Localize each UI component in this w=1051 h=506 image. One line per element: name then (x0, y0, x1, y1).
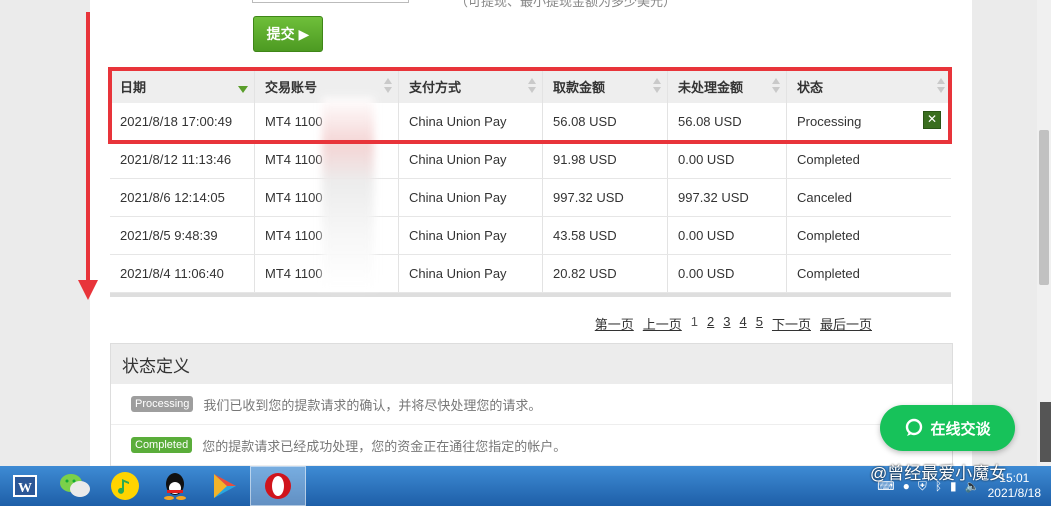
definition-text: 我们已收到您的提款请求的确认，并将尽快处理您的请求。 (203, 397, 542, 413)
cell-status: Canceled (797, 190, 852, 205)
cell-date: 2021/8/12 11:13:46 (110, 141, 255, 178)
annotation-arrow (86, 12, 90, 282)
page-scrollbar[interactable] (1037, 0, 1051, 466)
cell-method: China Union Pay (399, 255, 543, 292)
chat-bubble-icon (906, 418, 923, 436)
page-5-link[interactable]: 5 (756, 314, 763, 333)
word-icon[interactable]: W (0, 466, 50, 506)
clock-date: 2021/8/18 (987, 486, 1041, 500)
definition-text: 您的提款请求已经成功处理，您的资金正在通往您指定的帐户。 (202, 438, 567, 454)
cell-pending: 0.00 USD (668, 255, 787, 292)
redaction-blur (322, 97, 374, 287)
col-date[interactable]: 日期 (110, 69, 255, 103)
col-label: 取款金额 (553, 79, 606, 95)
amount-input[interactable] (252, 0, 409, 3)
watermark: @曾经最爱小魔女 (870, 464, 1007, 483)
scroll-thumb[interactable] (1039, 130, 1049, 285)
side-widget[interactable] (1040, 402, 1051, 462)
sort-desc-icon (238, 86, 248, 93)
pagination: 第一页 上一页 1 2 3 4 5 下一页 最后一页 (595, 314, 872, 333)
page-4-link[interactable]: 4 (740, 314, 747, 333)
page-2-link[interactable]: 2 (707, 314, 714, 333)
opera-icon[interactable] (250, 466, 306, 506)
col-label: 支付方式 (409, 79, 462, 95)
sort-icon (384, 78, 392, 94)
status-badge: Completed (131, 437, 193, 453)
cell-method: China Union Pay (399, 141, 543, 178)
table-row: 2021/8/6 12:14:05 MT4 1100 China Union P… (110, 179, 951, 217)
cancel-icon[interactable]: ✕ (923, 111, 941, 129)
cell-method: China Union Pay (399, 179, 543, 216)
qq-music-icon[interactable] (100, 466, 150, 506)
cell-method: China Union Pay (399, 103, 543, 140)
col-label: 交易账号 (265, 79, 318, 95)
arrow-head-icon (78, 280, 98, 300)
cell-amount: 56.08 USD (543, 103, 668, 140)
sort-icon (937, 78, 945, 94)
table-row: 2021/8/18 17:00:49 MT4 1100 China Union … (110, 103, 951, 141)
cell-amount: 997.32 USD (543, 179, 668, 216)
cell-pending: 56.08 USD (668, 103, 787, 140)
cell-amount: 20.82 USD (543, 255, 668, 292)
col-status[interactable]: 状态 (787, 69, 951, 103)
sort-icon (772, 78, 780, 94)
status-badge: Processing (131, 396, 194, 412)
svg-text:W: W (18, 481, 32, 496)
status-text: Processing (797, 114, 862, 129)
table-row: 2021/8/5 9:48:39 MT4 1100 China Union Pa… (110, 217, 951, 255)
col-method[interactable]: 支付方式 (399, 69, 543, 103)
table-row: 2021/8/12 11:13:46 MT4 1100 China Union … (110, 141, 951, 179)
cell-pending: 0.00 USD (668, 217, 787, 254)
cell-status: Completed (797, 266, 860, 281)
page-first-link[interactable]: 第一页 (595, 314, 634, 333)
col-label: 未处理金额 (678, 79, 744, 95)
cell-date: 2021/8/18 17:00:49 (110, 103, 255, 140)
cell-date: 2021/8/6 12:14:05 (110, 179, 255, 216)
page-last-link[interactable]: 最后一页 (820, 314, 872, 333)
cell-amount: 91.98 USD (543, 141, 668, 178)
table-footer-bar (110, 293, 951, 297)
col-label: 日期 (120, 79, 147, 95)
panel-title: 状态定义 (111, 344, 952, 384)
col-pending[interactable]: 未处理金额 (668, 69, 787, 103)
page-prev-link[interactable]: 上一页 (643, 314, 682, 333)
submit-button[interactable]: 提交 ▶ (253, 16, 323, 52)
cell-pending: 997.32 USD (668, 179, 787, 216)
sort-icon (528, 78, 536, 94)
cell-status: Completed (797, 152, 860, 167)
withdrawal-page: （可提现、最小提现金额为多少美元） 提交 ▶ 日期 交易账号 支付方式 取款金额… (90, 0, 972, 466)
table-row: 2021/8/4 11:06:40 MT4 1100 China Union P… (110, 255, 951, 293)
definition-row: Processing 我们已收到您的提款请求的确认，并将尽快处理您的请求。 (111, 384, 952, 425)
page-next-link[interactable]: 下一页 (772, 314, 811, 333)
col-amount[interactable]: 取款金额 (543, 69, 668, 103)
live-chat-button[interactable]: 在线交谈 (880, 405, 1015, 451)
cell-method: China Union Pay (399, 217, 543, 254)
sort-icon (653, 78, 661, 94)
page-current: 1 (690, 314, 699, 329)
cell-status: Processing ✕ (787, 103, 951, 140)
cell-pending: 0.00 USD (668, 141, 787, 178)
chat-label: 在线交谈 (930, 420, 991, 438)
cell-status: Completed (797, 228, 860, 243)
cell-amount: 43.58 USD (543, 217, 668, 254)
cell-date: 2021/8/4 11:06:40 (110, 255, 255, 292)
status-definition-panel: 状态定义 Processing 我们已收到您的提款请求的确认，并将尽快处理您的请… (110, 343, 953, 466)
col-label: 状态 (797, 79, 824, 95)
page-3-link[interactable]: 3 (723, 314, 730, 333)
withdrawal-table: 日期 交易账号 支付方式 取款金额 未处理金额 状态 2021/8/18 17:… (110, 69, 951, 297)
definition-row: Completed 您的提款请求已经成功处理，您的资金正在通往您指定的帐户。 (111, 425, 952, 466)
qq-icon[interactable] (150, 466, 200, 506)
wechat-icon[interactable] (50, 466, 100, 506)
cell-date: 2021/8/5 9:48:39 (110, 217, 255, 254)
table-header: 日期 交易账号 支付方式 取款金额 未处理金额 状态 (110, 69, 951, 103)
amount-hint: （可提现、最小提现金额为多少美元） (455, 0, 677, 9)
play-store-icon[interactable] (200, 466, 250, 506)
